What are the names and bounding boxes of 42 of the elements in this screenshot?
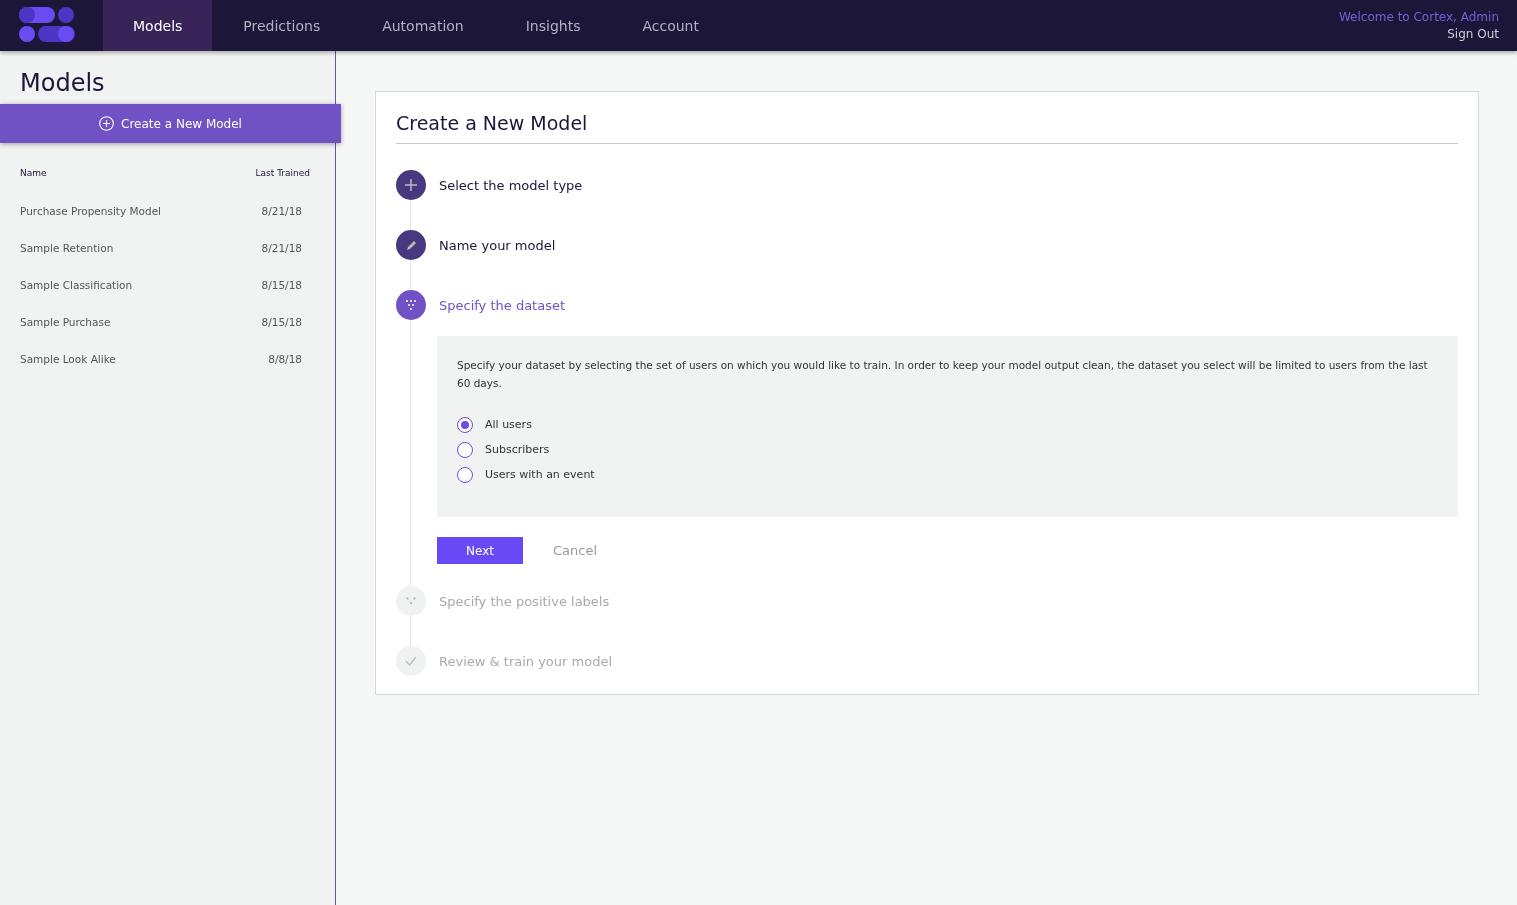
plus-icon [405, 179, 417, 191]
step-label: Specify the dataset [439, 297, 566, 313]
next-button[interactable]: Next [437, 537, 523, 564]
step-label: Specify the positive labels [439, 593, 610, 609]
plus-circle-icon [99, 116, 115, 131]
sign-out-link[interactable]: Sign Out [1447, 27, 1499, 41]
radio-label: All users [485, 418, 532, 431]
radio-label: Subscribers [485, 443, 550, 456]
model-name[interactable]: Purchase Propensity Model [20, 204, 162, 217]
model-name[interactable]: Sample Classification [20, 278, 133, 291]
dots-icon [406, 597, 416, 605]
nav-tab[interactable]: Account [611, 0, 730, 51]
pencil-icon [405, 239, 417, 251]
nav-tab[interactable]: Predictions [212, 0, 352, 51]
model-name[interactable]: Sample Retention [20, 241, 114, 254]
step-label: Review & train your model [439, 653, 613, 669]
logo-icon [19, 7, 75, 43]
radio-button[interactable] [457, 416, 473, 433]
create-model-button[interactable]: Create a New Model [0, 104, 341, 143]
step-label: Name your model [439, 237, 556, 253]
last-trained-date: 8/21/18 [261, 204, 302, 217]
radio-button[interactable] [457, 466, 473, 483]
last-trained-date: 8/15/18 [261, 278, 302, 291]
welcome-text: Welcome to Cortex, Admin [1338, 10, 1499, 24]
sidebar-title: Models [20, 69, 106, 97]
radio-button[interactable] [457, 441, 473, 458]
nav-tab[interactable]: Automation [351, 0, 495, 51]
funnel-dots-icon [405, 299, 417, 311]
nav-tab[interactable]: Models [103, 0, 213, 51]
check-icon [405, 656, 417, 666]
radio-label: Users with an event [485, 468, 595, 481]
model-name[interactable]: Sample Look Alike [20, 352, 116, 365]
nav-tab[interactable]: Insights [494, 0, 612, 51]
step-label: Select the model type [439, 177, 583, 193]
column-header: Name [20, 168, 47, 178]
dataset-description: Specify your dataset by selecting the set of users on which you would like to train. In order to keep your model output clean, the dataset you select will be limited to users from the last 60 days. [457, 358, 1429, 391]
card-title: Create a New Model [396, 112, 1458, 144]
last-trained-date: 8/15/18 [261, 315, 302, 328]
column-header: Last Trained [255, 168, 310, 178]
model-name[interactable]: Sample Purchase [20, 315, 111, 328]
last-trained-date: 8/21/18 [261, 241, 302, 254]
last-trained-date: 8/8/18 [268, 352, 302, 365]
